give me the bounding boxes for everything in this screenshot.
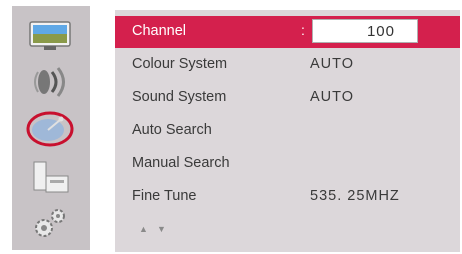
satellite-dish-icon[interactable]	[24, 110, 76, 148]
channel-value: 100	[366, 23, 395, 40]
settings-gears-icon[interactable]	[24, 204, 76, 242]
nav-arrows: ▲ ▼	[139, 224, 179, 238]
menu-item-label: Fine Tune	[132, 188, 197, 204]
menu-panel: Channel : 100 Colour System AUTO Sound S…	[115, 10, 460, 252]
channel-label: Channel	[132, 23, 187, 39]
channel-input[interactable]: 100	[312, 19, 418, 43]
menu-row-sound-system[interactable]: Sound System AUTO	[115, 82, 460, 114]
menu-row-manual-search[interactable]: Manual Search	[115, 148, 460, 180]
menu-row-channel[interactable]: Channel : 100	[115, 16, 460, 48]
down-arrow-icon[interactable]: ▼	[157, 224, 166, 234]
up-arrow-icon[interactable]: ▲	[139, 224, 148, 234]
channel-separator: :	[301, 22, 305, 38]
menu-row-fine-tune[interactable]: Fine Tune 535. 25MHZ	[115, 181, 460, 213]
picture-icon[interactable]	[24, 16, 76, 54]
features-icon[interactable]	[24, 158, 76, 196]
menu-item-value: AUTO	[310, 56, 355, 72]
sound-icon[interactable]	[24, 63, 76, 101]
menu-item-label: Colour System	[132, 56, 228, 72]
menu-row-auto-search[interactable]: Auto Search	[115, 115, 460, 147]
menu-item-value: 535. 25MHZ	[310, 188, 400, 204]
menu-item-label: Auto Search	[132, 122, 212, 138]
menu-item-label: Manual Search	[132, 155, 230, 171]
icon-rail	[12, 6, 90, 250]
menu-row-colour-system[interactable]: Colour System AUTO	[115, 49, 460, 81]
menu-item-label: Sound System	[132, 89, 227, 105]
menu-item-value: AUTO	[310, 89, 355, 105]
